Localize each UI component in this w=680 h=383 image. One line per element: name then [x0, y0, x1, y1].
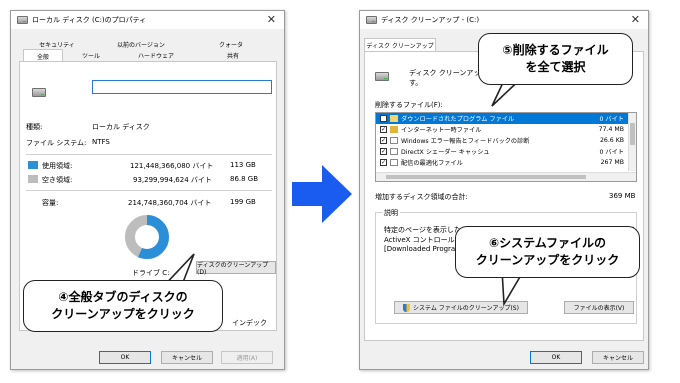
cancel-button[interactable]: キャンセル	[161, 351, 213, 364]
type-label: 種類:	[26, 123, 43, 131]
tab-quota[interactable]: クォータ	[191, 38, 271, 49]
free-label: 空き領域:	[42, 176, 73, 184]
index-option-text: インデック	[232, 319, 267, 327]
description-label: 説明	[382, 208, 400, 218]
checkbox[interactable]: ✓	[380, 115, 387, 122]
document-icon	[390, 148, 398, 155]
scrollbar-thumb[interactable]	[630, 123, 635, 145]
lock-icon	[390, 126, 398, 133]
cancel-button[interactable]: キャンセル	[592, 351, 644, 364]
properties-title: ローカル ディスク (C:)のプロパティ	[32, 16, 147, 24]
vertical-scrollbar[interactable]	[628, 113, 636, 171]
checkbox[interactable]: ✓	[380, 137, 387, 144]
tabs-row-1: セキュリティ 以前のバージョン クォータ	[23, 38, 271, 49]
scrollbar-thumb[interactable]	[386, 175, 586, 179]
files-to-delete-label: 削除するファイル(F):	[375, 101, 443, 109]
callout-step-5: ⑤削除するファイル を全て選択	[478, 33, 633, 85]
divider	[26, 154, 272, 155]
callout-step-6: ⑥システムファイルの クリーンアップをクリック	[455, 226, 640, 278]
callout-step-6-line-1: ⑥システムファイルの	[488, 236, 607, 250]
free-color-swatch	[28, 175, 38, 183]
capacity-gb: 199 GB	[230, 198, 256, 206]
used-color-swatch	[28, 161, 38, 169]
ok-button[interactable]: OK	[530, 351, 582, 364]
used-label: 使用領域:	[42, 162, 73, 170]
checkbox[interactable]: ✓	[380, 148, 387, 155]
properties-titlebar: ローカル ディスク (C:)のプロパティ ✕	[11, 11, 284, 29]
tab-previous-versions[interactable]: 以前のバージョン	[91, 38, 191, 49]
capacity-label: 容量:	[42, 199, 59, 207]
next-step-arrow-icon	[292, 165, 352, 223]
document-icon	[390, 159, 398, 166]
disk-cleanup-button[interactable]: ディスクのクリーンアップ(D)	[196, 261, 276, 276]
file-size: 26.6 KB	[599, 137, 624, 144]
files-listbox[interactable]: ✓ ダウンロードされたプログラム ファイル 0 バイト ✓ インターネット一時フ…	[375, 112, 637, 182]
file-name: 配信の最適化ファイル	[401, 160, 463, 167]
file-size: 0 バイト	[599, 149, 624, 156]
drive-name-input[interactable]	[92, 80, 272, 94]
callout-step-4: ④全般タブのディスクの クリーンアップをクリック	[23, 280, 223, 332]
filesystem-label: ファイル システム:	[26, 139, 87, 147]
view-files-button[interactable]: ファイルの表示(V)	[564, 301, 634, 314]
file-row[interactable]: ✓ DirectX シェーダー キャッシュ 0 バイト	[376, 146, 636, 157]
cleanup-title: ディスク クリーンアップ - (C:)	[381, 16, 480, 24]
capacity-bytes: 214,748,360,704 バイト	[128, 199, 212, 207]
file-name: DirectX シェーダー キャッシュ	[401, 149, 490, 156]
document-icon	[390, 137, 398, 144]
description-line-3: [Downloaded Progra	[384, 245, 456, 253]
close-icon[interactable]: ✕	[631, 13, 640, 26]
callout-step-5-line-1: ⑤削除するファイル	[502, 43, 609, 57]
file-row[interactable]: ✓ 配信の最適化ファイル 267 MB	[376, 157, 636, 168]
drive-large-icon	[32, 88, 46, 97]
callout-step-5-line-2: を全て選択	[525, 60, 586, 74]
apply-button[interactable]: 適用(A)	[221, 351, 273, 364]
ok-button[interactable]: OK	[99, 351, 151, 364]
drive-large-icon	[375, 72, 389, 81]
drive-icon	[366, 16, 377, 24]
file-row[interactable]: ✓ インターネット一時ファイル 77.4 MB	[376, 124, 636, 135]
tab-disk-cleanup[interactable]: ディスク クリーンアップ	[364, 38, 436, 52]
file-name: インターネット一時ファイル	[401, 127, 482, 134]
intro-text-2: す。	[409, 79, 423, 87]
used-bytes: 121,448,366,080 バイト	[130, 162, 214, 170]
close-icon[interactable]: ✕	[267, 13, 276, 26]
used-gb: 113 GB	[230, 161, 256, 169]
shield-icon	[403, 303, 411, 312]
file-size: 0 バイト	[599, 116, 624, 123]
drive-icon	[17, 16, 28, 24]
file-row[interactable]: ✓ Windows エラー報告とフィードバックの診断 26.6 KB	[376, 135, 636, 146]
file-name: Windows エラー報告とフィードバックの診断	[401, 138, 530, 145]
filesystem-value: NTFS	[92, 138, 110, 146]
horizontal-scrollbar[interactable]	[376, 172, 636, 181]
total-space-value: 369 MB	[609, 192, 636, 200]
type-value: ローカル ディスク	[92, 123, 150, 131]
total-space-label: 増加するディスク領域の合計:	[375, 193, 468, 201]
checkbox[interactable]: ✓	[380, 159, 387, 166]
callout-step-4-line-1: ④全般タブのディスクの	[58, 290, 188, 304]
free-gb: 86.8 GB	[230, 175, 259, 183]
checkbox[interactable]: ✓	[380, 126, 387, 133]
file-size: 77.4 MB	[598, 126, 624, 133]
callout-step-4-line-2: クリーンアップをクリック	[51, 307, 195, 321]
cleanup-titlebar: ディスク クリーンアップ - (C:) ✕	[360, 11, 648, 29]
divider	[26, 190, 272, 191]
intro-text: ディスク クリーンアップ	[409, 69, 488, 77]
file-name: ダウンロードされたプログラム ファイル	[401, 116, 515, 123]
cleanup-tabs: ディスク クリーンアップ	[364, 38, 436, 52]
folder-icon	[390, 115, 398, 122]
file-row[interactable]: ✓ ダウンロードされたプログラム ファイル 0 バイト	[376, 113, 636, 124]
description-line-2: ActiveX コントロール	[384, 236, 455, 244]
callout-step-6-line-2: クリーンアップをクリック	[475, 253, 620, 267]
free-bytes: 93,299,994,624 バイト	[133, 176, 212, 184]
file-size: 267 MB	[600, 159, 624, 166]
tab-security[interactable]: セキュリティ	[23, 38, 91, 49]
